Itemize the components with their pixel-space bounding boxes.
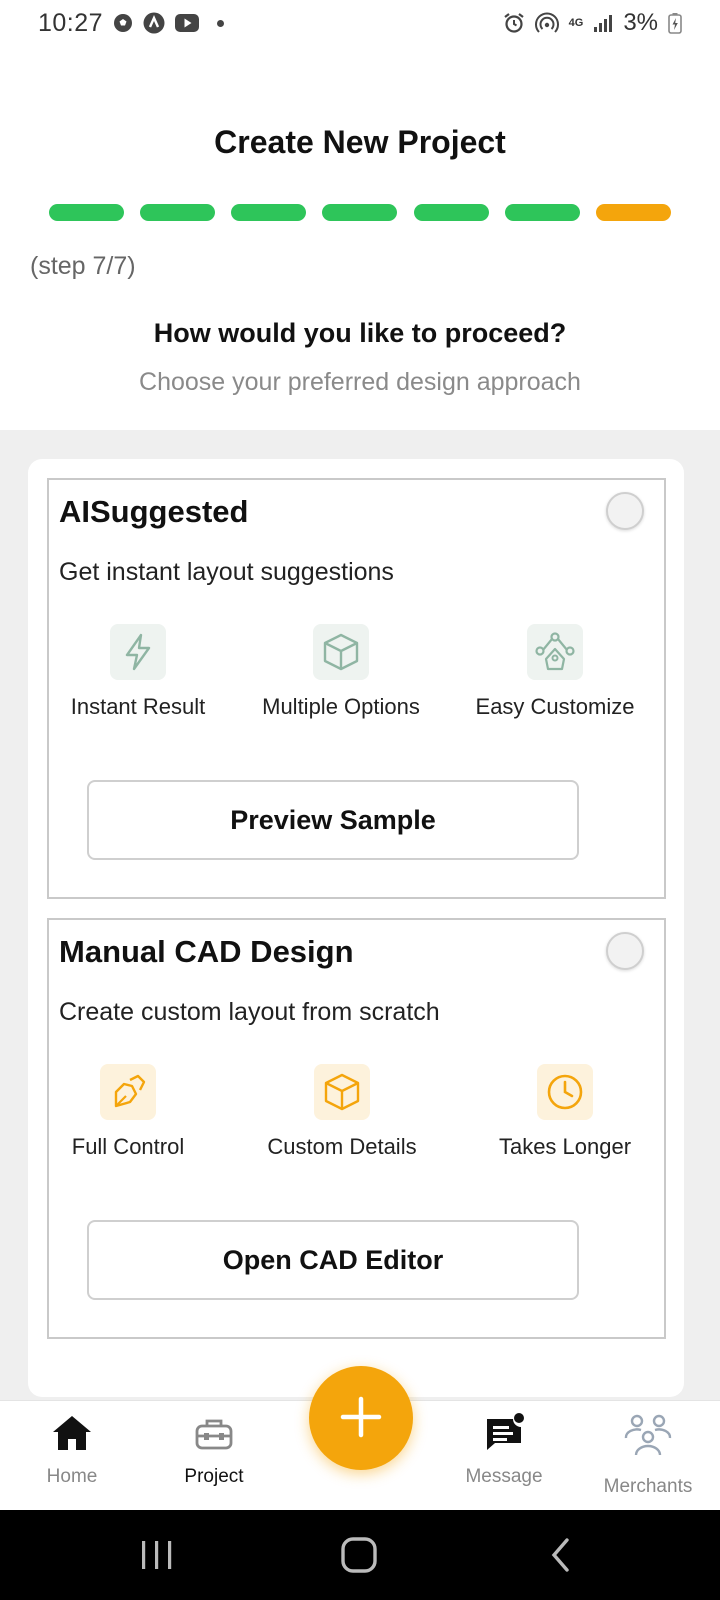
pen-tool-icon bbox=[527, 624, 583, 680]
option-card-manual-cad[interactable]: Manual CAD Design Create custom layout f… bbox=[47, 918, 666, 1339]
battery-percentage: 3% bbox=[623, 9, 658, 36]
network-type-icon: 4G bbox=[568, 17, 584, 29]
edit-icon bbox=[100, 1064, 156, 1120]
clock-icon bbox=[537, 1064, 593, 1120]
progress-segment bbox=[49, 204, 124, 221]
back-icon[interactable] bbox=[531, 1530, 591, 1580]
nav-label: Home bbox=[46, 1466, 98, 1487]
question-heading: How would you like to proceed? bbox=[153, 318, 567, 348]
nav-item-home[interactable]: Home bbox=[12, 1413, 132, 1488]
add-project-fab[interactable] bbox=[309, 1366, 413, 1470]
home-icon bbox=[51, 1413, 93, 1458]
feature-label: Multiple Options bbox=[262, 694, 420, 719]
cube-icon bbox=[314, 1064, 370, 1120]
nav-item-merchants[interactable]: Merchants bbox=[588, 1413, 708, 1498]
feature-full-control: Full Control bbox=[58, 1064, 198, 1160]
feature-instant-result: Instant Result bbox=[68, 624, 208, 720]
plus-icon bbox=[339, 1395, 383, 1442]
nav-label: Project bbox=[184, 1466, 244, 1487]
progress-segment bbox=[504, 204, 580, 221]
open-cad-editor-button[interactable]: Open CAD Editor bbox=[87, 1220, 579, 1300]
progress-segment bbox=[413, 204, 489, 221]
nav-label: Message bbox=[465, 1466, 543, 1487]
home-button-icon[interactable] bbox=[329, 1530, 389, 1580]
status-time: 10:27 bbox=[38, 8, 104, 37]
progress-steps bbox=[49, 204, 671, 221]
toolbox-icon bbox=[193, 1413, 235, 1458]
notification-dot-icon bbox=[217, 19, 225, 27]
option-title: AISuggested bbox=[59, 494, 249, 529]
lightning-icon bbox=[110, 624, 166, 680]
alarm-icon bbox=[503, 12, 525, 34]
status-bar: 10:27 4G 3% bbox=[0, 0, 720, 46]
feature-label: Full Control bbox=[71, 1134, 185, 1159]
recent-apps-icon[interactable] bbox=[127, 1530, 187, 1580]
option-description: Get instant layout suggestions bbox=[59, 558, 394, 586]
feature-multiple-options: Multiple Options bbox=[251, 624, 431, 720]
message-icon bbox=[483, 1413, 525, 1458]
feature-label: Custom Details bbox=[267, 1134, 417, 1159]
question-subtitle: Choose your preferred design approach bbox=[139, 368, 581, 396]
preview-sample-button[interactable]: Preview Sample bbox=[87, 780, 579, 860]
feature-custom-details: Custom Details bbox=[252, 1064, 432, 1160]
youtube-icon bbox=[175, 14, 200, 32]
feature-label: Takes Longer bbox=[498, 1134, 632, 1159]
feature-takes-longer: Takes Longer bbox=[485, 1064, 645, 1160]
feature-label: Instant Result bbox=[70, 694, 206, 719]
option-title: Manual CAD Design bbox=[59, 934, 354, 969]
nav-label: Merchants bbox=[603, 1476, 693, 1497]
system-navigation-bar bbox=[0, 1510, 720, 1600]
progress-segment bbox=[322, 204, 398, 221]
progress-segment bbox=[140, 204, 216, 221]
hotspot-icon bbox=[534, 12, 559, 34]
progress-segment bbox=[231, 204, 307, 221]
app-a-icon bbox=[143, 12, 165, 34]
radio-ai-suggested[interactable] bbox=[606, 492, 644, 530]
feature-label: Easy Customize bbox=[475, 694, 635, 719]
radio-manual-cad[interactable] bbox=[606, 932, 644, 970]
soccer-ball-icon bbox=[113, 13, 133, 33]
nav-item-project[interactable]: Project bbox=[154, 1413, 274, 1488]
feature-easy-customize: Easy Customize bbox=[468, 624, 642, 720]
people-icon bbox=[623, 1413, 673, 1468]
nav-item-message[interactable]: Message bbox=[444, 1413, 564, 1488]
option-card-ai-suggested[interactable]: AISuggested Get instant layout suggestio… bbox=[47, 478, 666, 899]
signal-icon bbox=[593, 13, 613, 33]
option-description: Create custom layout from scratch bbox=[59, 998, 440, 1026]
page-title: Create New Project bbox=[214, 124, 506, 160]
cube-icon bbox=[313, 624, 369, 680]
progress-segment bbox=[595, 204, 671, 221]
step-indicator: (step 7/7) bbox=[30, 252, 136, 280]
battery-charging-icon bbox=[668, 12, 682, 34]
